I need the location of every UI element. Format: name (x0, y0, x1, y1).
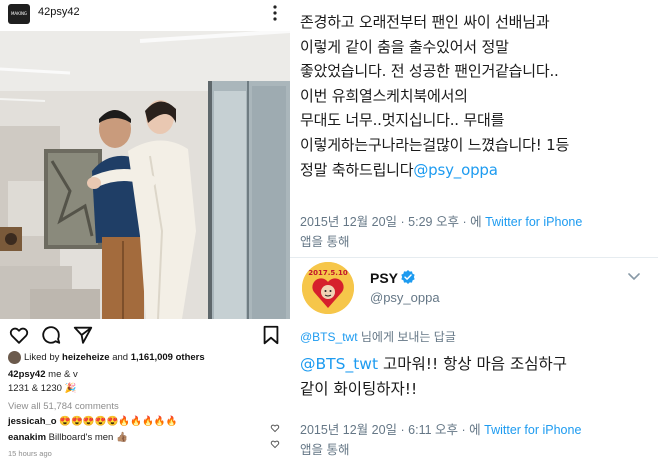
tweet-line: 이번 유희열스케치북에서의 (300, 86, 468, 105)
tweet-line: 정말 축하드립니다@psy_oppa (300, 160, 498, 179)
reply-line: 같이 화이팅하자!! (300, 380, 418, 398)
reply-meta: 2015년 12월 20일 · 6:11 오후 · 에 Twitter for … (300, 423, 582, 437)
reply-mention-link[interactable]: @BTS_twt (300, 355, 378, 373)
comment-like-icon[interactable] (270, 434, 280, 449)
post-username[interactable]: 42psy42 (38, 6, 80, 18)
client-link[interactable]: Twitter for iPhone (485, 215, 582, 229)
tweet-line: 무대도 너무..멋지십니다.. 무대를 (300, 111, 505, 130)
avatar-logo-text: MAKING NATION (10, 11, 28, 16)
verified-badge-icon (400, 269, 416, 285)
tweet-meta-suffix: 앱을 통해 (300, 235, 350, 249)
comment-username[interactable]: jessicah_o (8, 416, 57, 427)
comment-icon[interactable] (40, 324, 62, 346)
replying-to: @BTS_twt 님에게 보내는 답글 (300, 330, 456, 344)
post-header: MAKING NATION 42psy42 (0, 0, 290, 28)
reply-to-mention[interactable]: @BTS_twt (300, 330, 358, 344)
chevron-down-icon[interactable] (626, 268, 642, 284)
reply-text: @BTS_twt 고마워!! 항상 마음 조심하구 같이 화이팅하자!! (300, 352, 650, 402)
tweet-meta: 2015년 12월 20일 · 5:29 오후 · 에 Twitter for … (300, 215, 583, 229)
post-caption-line2: 1231 & 1230 🎉 (8, 383, 77, 394)
likes-row[interactable]: Liked by heizeheize and 1,161,009 others (8, 351, 288, 365)
twitter-thread: 존경하고 오래전부터 팬인 싸이 선배님과 이렇게 같이 춤을 출수있어서 정말… (290, 0, 658, 461)
tweet-line: 이렇게하는구나라는걸많이 느꼈습니다! 1등 (300, 135, 570, 154)
tweet-line: 이렇게 같이 춤을 출수있어서 정말 (300, 37, 509, 56)
comment-like-icon[interactable] (270, 418, 280, 433)
reply-line: @BTS_twt 고마워!! 항상 마음 조심하구 (300, 355, 568, 373)
tweet-line: 좋았었습니다. 전 성공한 팬인거같습니다.. (300, 62, 559, 81)
comment-row: jessicah_o 😍😍😍😍😍🔥🔥🔥🔥🔥 (8, 416, 178, 427)
heart-icon[interactable] (8, 324, 30, 346)
instagram-post: MAKING NATION 42psy42 (0, 0, 290, 461)
reply-author-name[interactable]: PSY (370, 270, 398, 286)
avatar-date-text: 2017.5.10 (308, 269, 348, 277)
divider (290, 257, 658, 258)
caption-username[interactable]: 42psy42 (8, 369, 46, 380)
bookmark-icon[interactable] (260, 324, 282, 346)
view-comments-link[interactable]: View all 51,784 comments (8, 401, 258, 412)
tweet-line: 존경하고 오래전부터 팬인 싸이 선배님과 (300, 13, 550, 31)
likes-text: Liked by heizeheize and 1,161,009 others (24, 352, 205, 363)
profile-avatar[interactable]: MAKING NATION (8, 4, 30, 24)
comment-username[interactable]: eanakim (8, 432, 46, 443)
post-photo[interactable] (0, 31, 290, 319)
post-timestamp: 15 hours ago (8, 449, 52, 458)
tweet-text: 존경하고 오래전부터 팬인 싸이 선배님과 이렇게 같이 춤을 출수있어서 정말… (300, 10, 650, 182)
tweet-mention-link[interactable]: @psy_oppa (413, 161, 498, 179)
comment-row: eanakim Billboard's men 👍🏽 (8, 432, 128, 443)
post-caption: 42psy42 me & v (8, 369, 78, 380)
post-action-bar (0, 322, 290, 348)
more-vertical-icon[interactable] (268, 3, 282, 23)
reply-meta-suffix: 앱을 통해 (300, 443, 350, 457)
reply-author-avatar[interactable]: 2017.5.10 (302, 262, 354, 314)
share-icon[interactable] (72, 324, 94, 346)
reply-author-handle[interactable]: @psy_oppa (370, 290, 440, 305)
client-link[interactable]: Twitter for iPhone (484, 423, 581, 437)
liker-avatar (8, 351, 21, 364)
